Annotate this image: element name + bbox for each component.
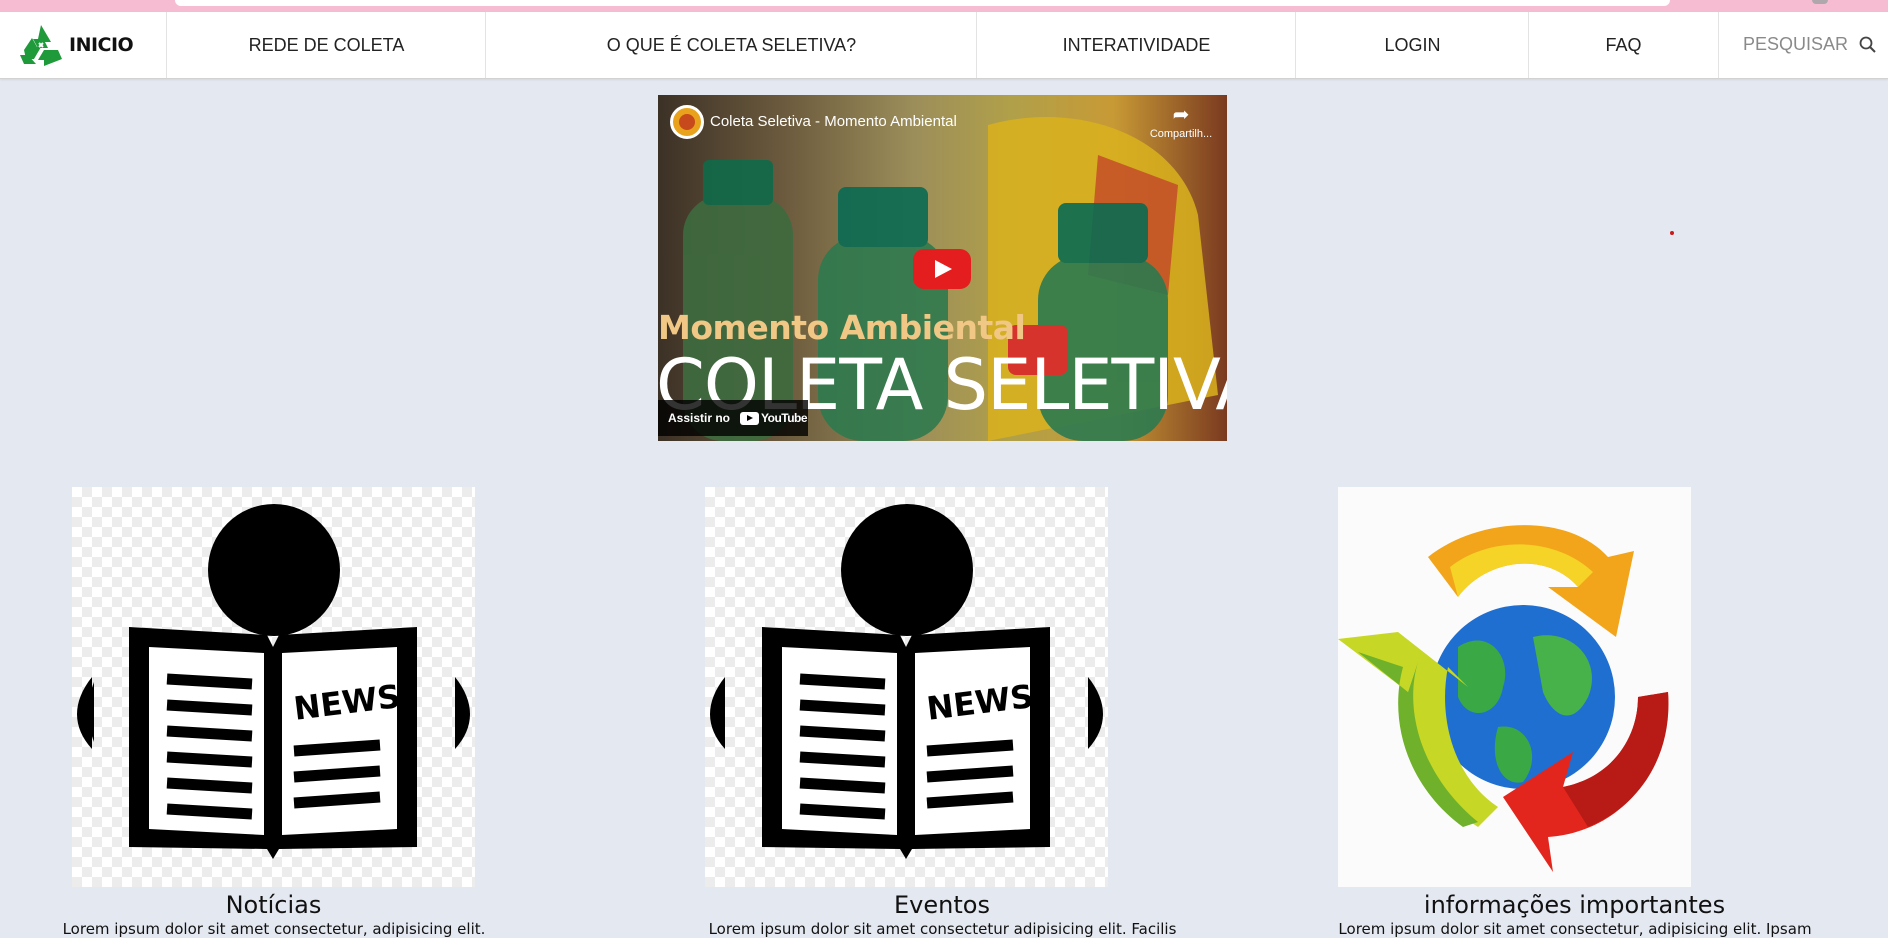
nav-faq[interactable]: FAQ [1528, 12, 1719, 78]
browser-profile-indicator[interactable] [1812, 0, 1828, 4]
search-icon[interactable] [1858, 35, 1878, 55]
video-player[interactable]: Coleta Seletiva - Momento Ambiental ➦ Co… [658, 95, 1227, 441]
watch-on-youtube-button[interactable]: Assistir no YouTube [658, 400, 808, 436]
card-text-eventos: Lorem ipsum dolor sit amet consectetur a… [708, 920, 1177, 938]
brand-label: INICIO [69, 34, 134, 56]
nav-rede-de-coleta[interactable]: REDE DE COLETA [166, 12, 486, 78]
search-input[interactable]: PESQUISAR [1743, 34, 1848, 55]
card-title-informacoes-importantes[interactable]: informações importantes [1338, 891, 1811, 919]
browser-top-strip [0, 0, 1888, 12]
info-card-image[interactable] [1338, 487, 1691, 887]
recycle-logo-icon [20, 25, 62, 66]
share-icon: ➦ [1172, 104, 1190, 126]
recycle-globe-icon [1338, 525, 1669, 872]
channel-avatar-icon[interactable] [670, 105, 704, 139]
nav-label: FAQ [1605, 34, 1642, 55]
events-card-image[interactable]: NEWS [705, 487, 1108, 887]
newspaper-reader-icon: NEWS [77, 504, 470, 859]
share-button[interactable]: ➦ Compartilh... [1144, 105, 1218, 140]
browser-address-bar[interactable] [175, 0, 1670, 6]
nav-label: INTERATIVIDADE [1062, 34, 1211, 55]
nav-label: O QUE É COLETA SELETIVA? [606, 34, 857, 55]
newspaper-reader-icon: NEWS [710, 504, 1103, 859]
video-title[interactable]: Coleta Seletiva - Momento Ambiental [710, 113, 957, 130]
video-overlay-subtitle: Momento Ambiental [658, 308, 1026, 347]
card-title-noticias[interactable]: Notícias [72, 891, 475, 919]
navbar: INICIO REDE DE COLETA O QUE É COLETA SEL… [0, 12, 1888, 79]
brand-home-link[interactable]: INICIO [18, 22, 134, 68]
nav-interatividade[interactable]: INTERATIVIDADE [976, 12, 1296, 78]
nav-o-que-e-coleta-seletiva[interactable]: O QUE É COLETA SELETIVA? [485, 12, 977, 78]
nav-login[interactable]: LOGIN [1295, 12, 1529, 78]
card-title-eventos[interactable]: Eventos [705, 891, 1179, 919]
red-dot-marker [1670, 231, 1674, 235]
news-card-image[interactable]: NEWS [72, 487, 475, 887]
play-icon[interactable] [913, 249, 971, 289]
youtube-logo-icon: YouTube [738, 411, 808, 425]
youtube-label: YouTube [761, 411, 808, 425]
nav-label: REDE DE COLETA [248, 34, 405, 55]
card-text-noticias: Lorem ipsum dolor sit amet consectetur, … [62, 920, 486, 938]
share-label: Compartilh... [1149, 128, 1213, 140]
watch-label: Assistir no [668, 411, 731, 425]
nav-label: LOGIN [1384, 34, 1441, 55]
card-text-informacoes-importantes: Lorem ipsum dolor sit amet consectetur, … [1338, 920, 1812, 938]
